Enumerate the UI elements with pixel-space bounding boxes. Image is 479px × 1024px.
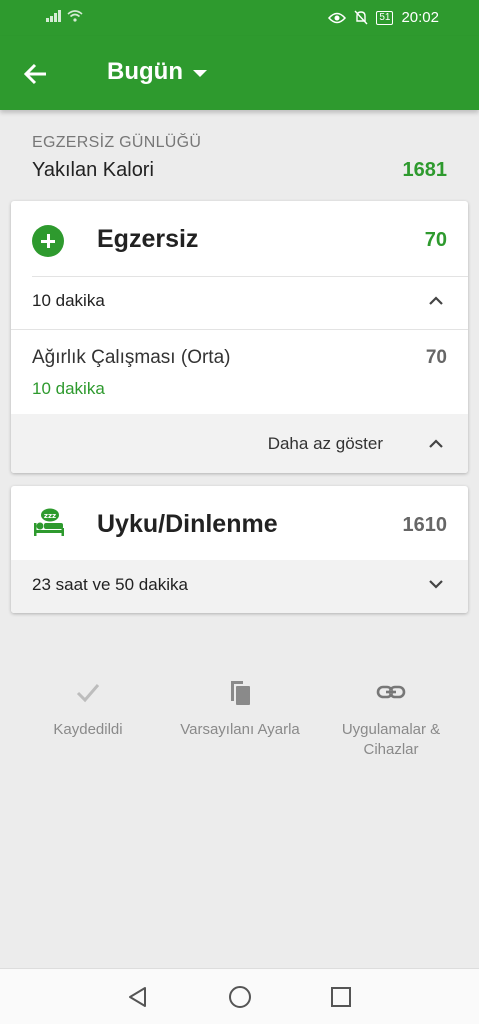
battery-icon: 51 — [376, 10, 394, 25]
add-exercise-icon[interactable] — [32, 225, 64, 257]
home-circle-icon[interactable] — [226, 983, 254, 1011]
sleep-duration-row[interactable]: 23 saat ve 50 dakika — [11, 560, 468, 613]
apps-devices-label: Uygulamalar & Cihazlar — [341, 721, 441, 758]
check-icon — [76, 684, 100, 703]
apps-devices-button[interactable]: Uygulamalar & Cihazlar — [331, 676, 451, 760]
status-right: 51 20:02 — [328, 9, 439, 26]
set-default-button[interactable]: Varsayılanı Ayarla — [180, 676, 300, 740]
saved-button[interactable]: Kaydedildi — [28, 676, 148, 740]
exercise-header: Egzersiz 70 — [11, 201, 468, 276]
bell-off-icon — [354, 10, 368, 25]
divider — [32, 276, 468, 277]
exercise-item-duration: 10 dakika — [32, 379, 105, 398]
back-arrow-icon[interactable] — [20, 58, 52, 90]
calorie-label: Yakılan Kalori — [32, 159, 154, 181]
signal-icon — [46, 10, 61, 22]
back-triangle-icon[interactable] — [124, 983, 152, 1011]
page-title: Bugün — [107, 58, 183, 85]
link-icon — [376, 685, 406, 699]
status-time: 20:02 — [401, 9, 439, 26]
sleep-title: Uyku/Dinlenme — [97, 510, 278, 538]
section-label: EGZERSİZ GÜNLÜĞÜ — [32, 134, 202, 151]
eye-icon — [328, 12, 347, 23]
recents-square-icon[interactable] — [327, 983, 355, 1011]
exercise-card: Egzersiz 70 10 dakika Ağırlık Çalışması … — [11, 201, 468, 473]
wifi-icon — [67, 10, 83, 22]
show-less-button[interactable]: Daha az göster — [11, 414, 468, 473]
exercise-calories: 70 — [424, 229, 447, 251]
copy-icon — [231, 681, 250, 705]
date-selector[interactable]: Bugün — [107, 58, 207, 86]
sleep-calories: 1610 — [402, 514, 448, 536]
sleep-duration: 23 saat ve 50 dakika — [32, 575, 188, 594]
exercise-item-name[interactable]: Ağırlık Çalışması (Orta) — [32, 347, 230, 369]
sleep-card: zzz Uyku/Dinlenme 1610 23 saat ve 50 dak… — [11, 486, 468, 613]
dropdown-caret-icon — [192, 69, 207, 77]
divider — [11, 329, 468, 330]
system-nav-bar — [0, 968, 479, 1024]
chevron-up-icon — [429, 439, 443, 448]
exercise-item-calories: 70 — [425, 347, 447, 368]
exercise-total-duration: 10 dakika — [32, 291, 105, 310]
sleep-header: zzz Uyku/Dinlenme 1610 — [11, 486, 468, 561]
status-left — [46, 10, 83, 22]
svg-text:zzz: zzz — [44, 512, 56, 520]
saved-label: Kaydedildi — [53, 721, 123, 738]
sleep-bed-icon: zzz — [34, 508, 64, 536]
app-bar: Bugün — [0, 36, 479, 110]
status-bar: 51 20:02 — [0, 0, 479, 36]
chevron-up-icon[interactable] — [426, 291, 446, 311]
set-default-label: Varsayılanı Ayarla — [180, 721, 300, 738]
show-less-label: Daha az göster — [267, 434, 383, 453]
chevron-down-icon — [429, 580, 443, 589]
exercise-title: Egzersiz — [97, 225, 199, 253]
calorie-value: 1681 — [402, 159, 448, 181]
